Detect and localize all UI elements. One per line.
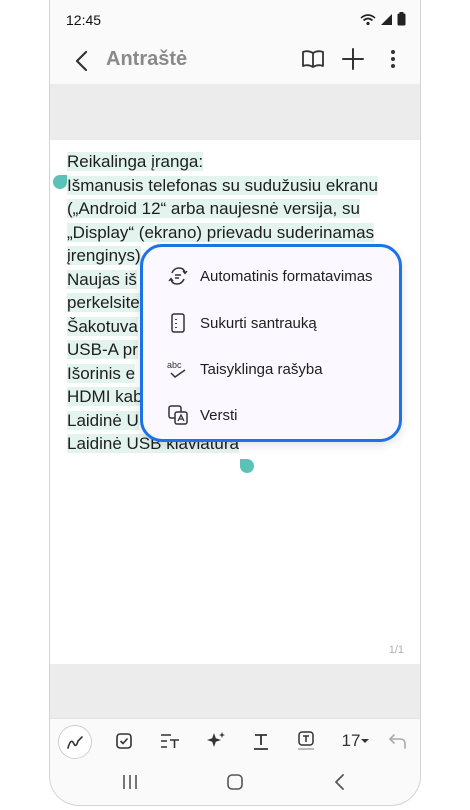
- menu-item-label: Taisyklinga rašyba: [200, 360, 323, 378]
- handwriting-icon: [67, 736, 83, 749]
- menu-item-auto-format[interactable]: Automatinis formatavimas: [143, 253, 399, 299]
- font-size-selector[interactable]: 17: [336, 725, 376, 757]
- menu-item-label: Automatinis formatavimas: [200, 267, 373, 285]
- menu-item-spell-check[interactable]: abc Taisyklinga rašyba: [143, 346, 399, 392]
- ai-assist-button[interactable]: [200, 725, 232, 757]
- note-line: Reikalinga įranga:: [67, 152, 204, 171]
- checkbox-icon: [116, 733, 132, 749]
- selection-end-handle[interactable]: [240, 459, 254, 473]
- battery-icon: [397, 12, 406, 26]
- more-options-button[interactable]: [380, 46, 406, 72]
- selection-start-handle[interactable]: [53, 175, 67, 189]
- app-bar: Antraštė: [50, 38, 420, 84]
- page-indicator: 1/1: [388, 644, 404, 656]
- back-button[interactable]: [68, 46, 98, 76]
- status-icons: [360, 12, 406, 26]
- nav-back-button[interactable]: [330, 772, 350, 797]
- svg-text:abc: abc: [167, 360, 182, 370]
- app-bar-actions: [300, 46, 406, 72]
- checkbox-button[interactable]: [108, 725, 140, 757]
- signal-icon: [381, 13, 392, 25]
- sparkle-icon: [207, 732, 225, 747]
- menu-item-summary[interactable]: Sukurti santrauką: [143, 300, 399, 346]
- chevron-left-icon: [75, 50, 88, 72]
- status-bar: 12:45: [50, 0, 420, 38]
- plus-icon: [342, 48, 364, 70]
- note-line: Išmanusis telefonas su sudužusiu ekranu: [67, 175, 378, 195]
- home-button[interactable]: [225, 772, 245, 797]
- text-style-button[interactable]: [154, 725, 186, 757]
- status-time: 12:45: [66, 12, 102, 28]
- bottom-area: [50, 664, 420, 718]
- font-size-value: 17: [341, 731, 361, 750]
- caret-down-icon: [361, 739, 370, 743]
- ai-context-menu: Automatinis formatavimas Sukurti santrau…: [140, 244, 402, 442]
- underline-button[interactable]: [245, 725, 277, 757]
- menu-item-label: Sukurti santrauką: [200, 314, 317, 332]
- reading-mode-button[interactable]: [300, 46, 326, 72]
- recent-apps-button[interactable]: [120, 772, 140, 797]
- undo-button[interactable]: [382, 725, 414, 757]
- text-box-button[interactable]: [290, 725, 322, 757]
- book-icon: [302, 50, 324, 68]
- add-button[interactable]: [340, 46, 366, 72]
- auto-format-icon: [168, 267, 188, 285]
- translate-icon: [168, 405, 188, 425]
- pen-mode-button[interactable]: [58, 725, 92, 759]
- text-format-icon: [161, 734, 179, 748]
- navigation-bar: [50, 762, 420, 804]
- undo-icon: [389, 734, 406, 749]
- wifi-icon: [360, 13, 376, 25]
- home-icon: [227, 774, 243, 790]
- text-box-icon: [298, 731, 314, 750]
- chevron-left-icon: [335, 774, 344, 790]
- recents-icon: [123, 775, 137, 789]
- summary-icon: [171, 313, 185, 333]
- menu-item-translate[interactable]: Versti: [143, 392, 399, 438]
- spell-check-icon: abc: [167, 360, 186, 378]
- editing-toolbar: 17: [50, 718, 420, 763]
- note-line: „Display“ (ekrano) prievadu suderinamas: [67, 222, 375, 242]
- more-vert-icon: [391, 50, 395, 68]
- note-title[interactable]: Antraštė: [106, 48, 187, 71]
- underline-icon: [254, 734, 268, 750]
- note-line: („Android 12“ arba naujesnė versija, su: [67, 199, 360, 218]
- title-area: [50, 84, 420, 140]
- menu-item-label: Versti: [200, 406, 238, 424]
